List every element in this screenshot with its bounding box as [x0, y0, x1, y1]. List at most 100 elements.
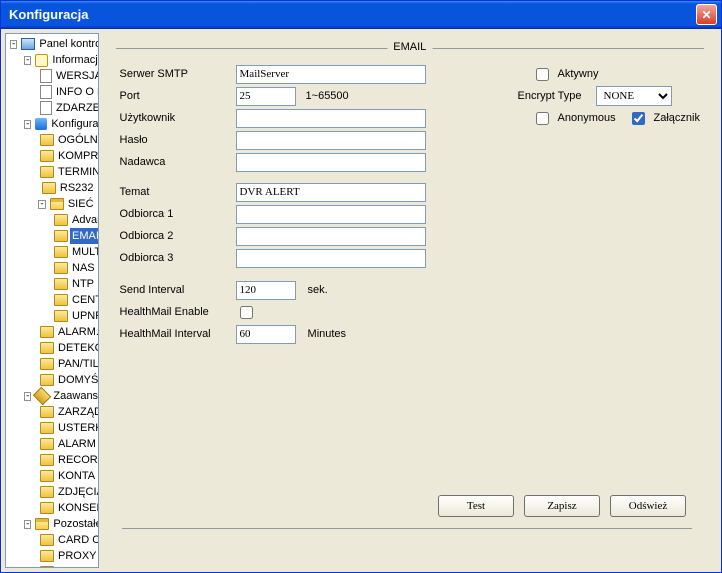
healthmail-enable-checkbox[interactable]: [240, 306, 253, 319]
healthmail-interval-label: HealthMail Interval: [120, 328, 230, 340]
healthmail-interval-input[interactable]: [236, 325, 296, 344]
tree-konserwacja[interactable]: KONSERWACJA: [36, 500, 98, 516]
tree-siec[interactable]: - SIEĆ: [36, 196, 98, 212]
rcpt1-label: Odbiorca 1: [120, 208, 230, 220]
tree-alarm-konfig[interactable]: ALARM KONFIG.: [36, 436, 98, 452]
collapse-icon[interactable]: -: [38, 200, 46, 209]
tree-konta[interactable]: KONTA: [36, 468, 98, 484]
folder-icon: [54, 261, 68, 275]
folder-icon: [40, 405, 54, 419]
tree-centrum-alarm[interactable]: CENTRUM ALARM: [50, 292, 98, 308]
healthmail-enable-label: HealthMail Enable: [120, 306, 230, 318]
tree-zdjecia[interactable]: ZDJĘCIA: [36, 484, 98, 500]
tree-info-hdd[interactable]: INFO O HDD: [36, 84, 98, 100]
pass-label: Hasło: [120, 134, 230, 146]
folder-icon: [40, 357, 54, 371]
tree-wersja[interactable]: WERSJA: [36, 68, 98, 84]
collapse-icon[interactable]: -: [24, 120, 31, 129]
tree-card-overlay[interactable]: CARD OVERLAY: [36, 532, 98, 548]
tree-domyslne[interactable]: DOMYŚLNE/BACKUP: [36, 372, 98, 388]
close-button[interactable]: ✕: [696, 4, 717, 25]
folder-icon: [40, 469, 54, 483]
tree-multiddns[interactable]: MULTI-DDNS: [50, 244, 98, 260]
folder-open-icon: [35, 517, 49, 531]
send-interval-unit: sek.: [302, 284, 328, 296]
panel-icon: [21, 37, 35, 51]
tree-usterki[interactable]: USTERKI: [36, 420, 98, 436]
port-label: Port: [120, 90, 230, 102]
collapse-icon[interactable]: -: [24, 392, 31, 401]
tree-proxy[interactable]: PROXY SERWER: [36, 548, 98, 564]
collapse-icon[interactable]: -: [24, 56, 31, 65]
test-button[interactable]: Test: [438, 495, 514, 517]
doc-icon: [40, 101, 52, 115]
tree-record-control[interactable]: RECORD CONTROL: [36, 452, 98, 468]
save-button[interactable]: Zapisz: [524, 495, 600, 517]
sender-input[interactable]: [236, 153, 426, 172]
tree-pozostale[interactable]: - Pozostałe: [22, 516, 98, 532]
tree-nas[interactable]: NAS: [50, 260, 98, 276]
tree-root[interactable]: - Panel kontrolny: [8, 36, 98, 52]
folder-icon: [40, 325, 54, 339]
rcpt1-input[interactable]: [236, 205, 426, 224]
port-hint: 1~65500: [302, 90, 512, 102]
rcpt2-input[interactable]: [236, 227, 426, 246]
collapse-icon[interactable]: -: [24, 520, 31, 529]
tree-hdd[interactable]: ZARZĄDZANIE HDD: [36, 404, 98, 420]
tree-informacje[interactable]: - Informacje: [22, 52, 98, 68]
folder-icon: [54, 293, 68, 307]
tree-ogolne[interactable]: OGÓLNE: [36, 132, 98, 148]
port-input[interactable]: [236, 87, 296, 106]
user-input[interactable]: [236, 109, 426, 128]
tree-serwery-dns[interactable]: SERWERY DNS: [36, 564, 98, 568]
info-icon: [35, 53, 48, 67]
folder-icon: [40, 341, 54, 355]
folder-icon: [54, 277, 68, 291]
rcpt3-input[interactable]: [236, 249, 426, 268]
rcpt2-label: Odbiorca 2: [120, 230, 230, 242]
attachment-checkbox[interactable]: [632, 112, 645, 125]
folder-icon: [54, 213, 68, 227]
advanced-icon: [35, 389, 49, 403]
folder-icon: [54, 245, 68, 259]
tree-terminarz[interactable]: TERMINARZ: [36, 164, 98, 180]
folder-icon: [40, 373, 54, 387]
tree-zaawansowane[interactable]: - Zaawansowane: [22, 388, 98, 404]
attachment-label: Załącznik: [654, 112, 700, 124]
tree-ntp[interactable]: NTP: [50, 276, 98, 292]
folder-icon: [40, 565, 54, 568]
folder-icon: [40, 421, 54, 435]
active-checkbox[interactable]: [536, 68, 549, 81]
tree-alarm[interactable]: ALARM.: [36, 324, 98, 340]
tree-advance[interactable]: Advance: [50, 212, 98, 228]
tree-email[interactable]: EMAIL: [50, 228, 98, 244]
tree-ptz[interactable]: PAN/TILT/ZOOM: [36, 356, 98, 372]
tree-konfiguracja[interactable]: - Konfiguracja: [22, 116, 98, 132]
send-interval-input[interactable]: [236, 281, 296, 300]
sender-label: Nadawca: [120, 156, 230, 168]
tree-rs232[interactable]: RS232: [36, 180, 98, 196]
tree-detekcja[interactable]: DETEKCJA: [36, 340, 98, 356]
pass-input[interactable]: [236, 131, 426, 150]
folder-icon: [40, 437, 54, 451]
folder-icon: [54, 229, 68, 243]
anonymous-checkbox[interactable]: [536, 112, 549, 125]
collapse-icon[interactable]: -: [10, 40, 17, 49]
smtp-input[interactable]: [236, 65, 426, 84]
folder-icon: [54, 309, 68, 323]
folder-open-icon: [50, 197, 64, 211]
tree-zdarzenia[interactable]: ZDARZENIA: [36, 100, 98, 116]
subject-input[interactable]: [236, 183, 426, 202]
encrypt-select[interactable]: NONE: [596, 86, 672, 106]
navigation-tree[interactable]: - Panel kontrolny - Informacje: [5, 33, 99, 568]
folder-icon: [40, 501, 54, 515]
tree-kompresja[interactable]: KOMPRESJA: [36, 148, 98, 164]
config-icon: [35, 117, 47, 131]
tree-upnp[interactable]: UPNP: [50, 308, 98, 324]
folder-icon: [40, 149, 54, 163]
refresh-button[interactable]: Odśwież: [610, 495, 686, 517]
titlebar: Konfiguracja ✕: [1, 1, 721, 29]
group-title: EMAIL: [387, 41, 432, 53]
send-interval-label: Send Interval: [120, 284, 230, 296]
separator: [122, 528, 692, 529]
